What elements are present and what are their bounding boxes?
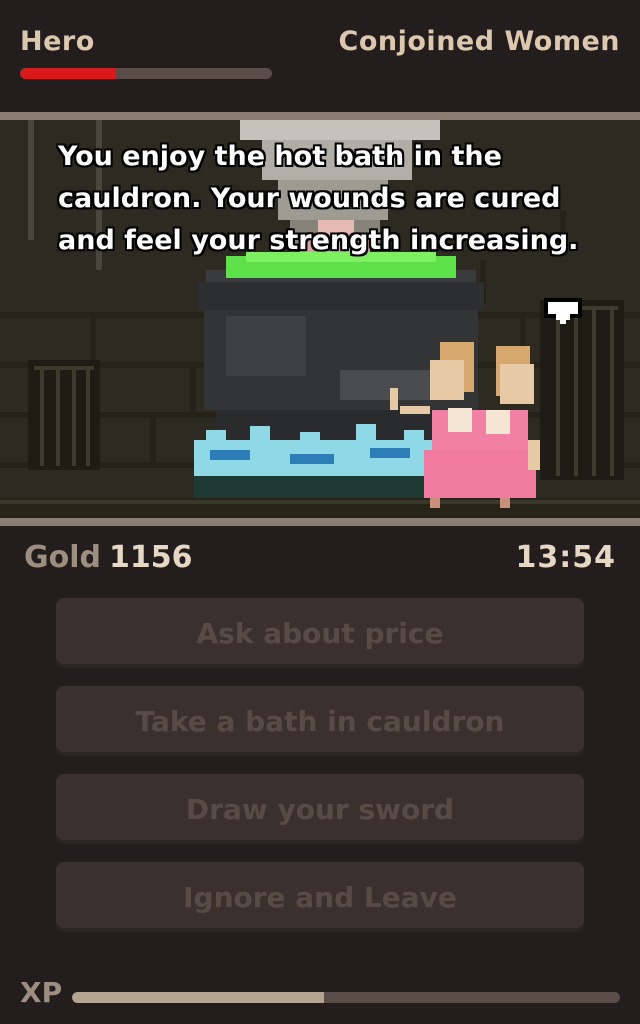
right-window-icon <box>540 300 624 480</box>
xp-bar <box>72 992 620 1003</box>
gold-display: Gold 1156 <box>24 540 193 575</box>
xp-label: XP <box>20 976 63 1009</box>
choice-draw-sword-button[interactable]: Draw your sword <box>56 774 584 844</box>
scene-bottom-border <box>0 518 640 526</box>
xp-fill <box>72 992 325 1003</box>
event-message: You enjoy the hot bath in the cauldron. … <box>58 141 579 256</box>
hero-health-fill <box>20 68 116 79</box>
top-bar: Hero Conjoined Women <box>0 0 640 112</box>
gold-label: Gold <box>24 540 101 575</box>
game-timer: 13:54 <box>515 540 616 575</box>
scene-top-border <box>0 112 640 120</box>
choice-take-bath-button[interactable]: Take a bath in cauldron <box>56 686 584 756</box>
hero-name: Hero <box>20 26 95 57</box>
choice-list: Ask about price Take a bath in cauldron … <box>56 598 584 950</box>
gold-value: 1156 <box>109 540 193 575</box>
left-window-icon <box>28 360 100 470</box>
choice-ask-price-button[interactable]: Ask about price <box>56 598 584 668</box>
enemy-name: Conjoined Women <box>338 26 620 57</box>
hero-health-bar <box>20 68 272 79</box>
choice-ignore-leave-button[interactable]: Ignore and Leave <box>56 862 584 932</box>
